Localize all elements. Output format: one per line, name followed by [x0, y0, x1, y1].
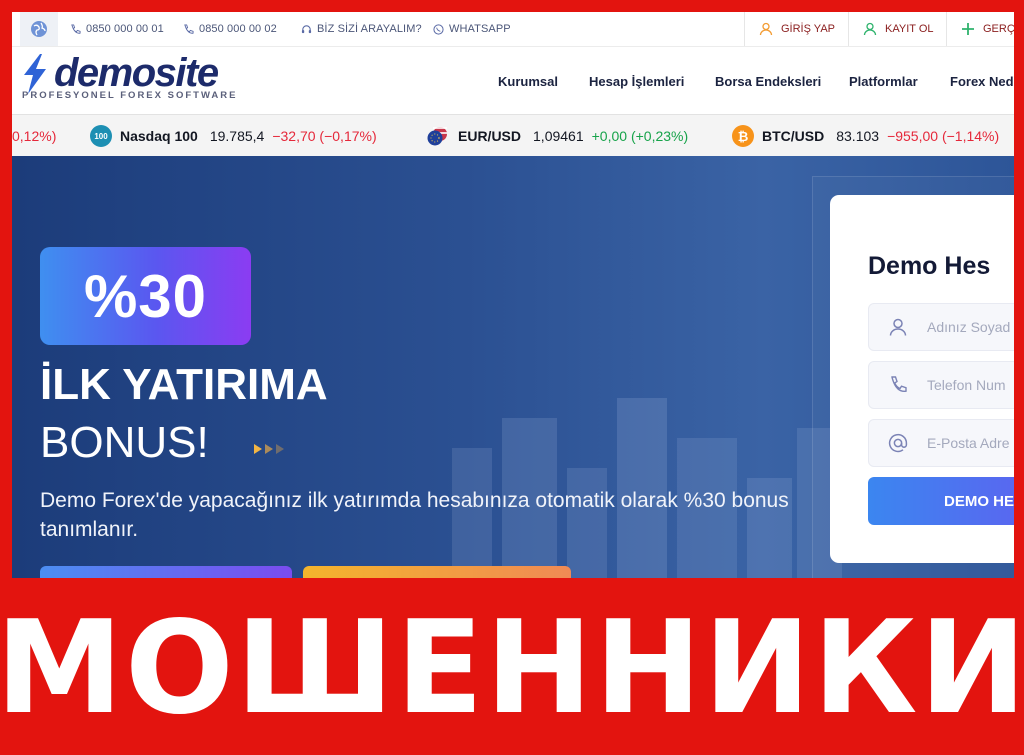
main-navbar: demosite PROFESYONEL FOREX SOFTWARE Kuru…: [12, 47, 1014, 114]
nav-item-kurumsal[interactable]: Kurumsal: [498, 74, 558, 89]
real-account-label: GERÇ: [983, 23, 1014, 35]
phone-input[interactable]: [927, 377, 1014, 393]
website-screenshot: 0850 000 00 01 0850 000 00 02 BİZ SİZİ A…: [12, 12, 1014, 578]
phone-icon: [887, 374, 909, 396]
email-input[interactable]: [927, 435, 1014, 451]
user-icon: [863, 22, 877, 36]
phone-icon: [184, 23, 194, 34]
phone-field[interactable]: [868, 361, 1014, 409]
ticker-change: 0,12%): [12, 128, 57, 144]
bonus-percent: %30: [83, 262, 208, 330]
hero-title: İLK YATIRIMA: [40, 360, 328, 409]
nav-item-platformlar[interactable]: Platformlar: [849, 74, 918, 89]
whatsapp-icon: [433, 23, 444, 35]
phone-link-2[interactable]: 0850 000 00 02: [183, 12, 277, 46]
user-icon: [887, 316, 909, 338]
top-contact-bar: 0850 000 00 01 0850 000 00 02 BİZ SİZİ A…: [12, 12, 1014, 47]
ticker-name: Nasdaq 100: [120, 128, 198, 144]
headset-icon: [301, 24, 312, 33]
ticker-price: 1,09461: [533, 128, 584, 144]
hero-description: Demo Forex'de yapacağınız ilk yatırımda …: [40, 489, 789, 541]
phone-link-1[interactable]: 0850 000 00 01: [70, 12, 164, 46]
triple-arrow-icon: [254, 444, 284, 454]
nasdaq-icon: 100: [90, 125, 112, 147]
secondary-cta-button[interactable]: [303, 566, 571, 578]
hero-banner: %30 İLK YATIRIMA BONUS! Demo Forex'de ya…: [12, 156, 1014, 578]
name-input[interactable]: [927, 319, 1014, 335]
plus-icon: [962, 23, 974, 35]
phone-number-1: 0850 000 00 01: [86, 23, 164, 35]
scam-warning-stamp: МОШЕННИКИ: [0, 594, 1024, 743]
at-sign-icon: [887, 432, 909, 454]
ticker-item-btcusd[interactable]: ₿ BTC/USD 83.103 −955,00 (−1,14%): [732, 115, 999, 157]
register-label: KAYIT OL: [885, 23, 934, 35]
ticker-change: −955,00 (−1,14%): [887, 128, 1000, 144]
whatsapp-link[interactable]: WHATSAPP: [433, 12, 511, 46]
lightning-bolt-icon: [24, 54, 46, 94]
demo-account-form: Demo Hes DEMO HE: [830, 195, 1014, 563]
ticker-item-nasdaq[interactable]: 100 Nasdaq 100 19.785,4 −32,70 (−0,17%): [90, 115, 377, 157]
ticker-name: BTC/USD: [762, 128, 825, 144]
language-selector[interactable]: [20, 12, 58, 46]
callback-label: BİZ SİZİ ARAYALIM?: [317, 23, 422, 35]
ticker-change: +0,00 (+0,23%): [591, 128, 689, 144]
login-link[interactable]: GİRİŞ YAP: [744, 12, 851, 46]
hero-subtitle: BONUS!: [40, 418, 209, 467]
bonus-percent-badge: %30: [40, 247, 251, 345]
city-skyline-image: [452, 398, 842, 578]
bitcoin-icon: ₿: [732, 125, 754, 147]
ticker-partial-item: 0,12%): [12, 115, 56, 157]
eur-usd-flag-icon: [427, 127, 447, 146]
nav-item-hesap-islemleri[interactable]: Hesap İşlemleri: [589, 74, 684, 89]
name-field[interactable]: [868, 303, 1014, 351]
login-label: GİRİŞ YAP: [781, 23, 836, 35]
phone-number-2: 0850 000 00 02: [199, 23, 277, 35]
globe-icon: [31, 21, 47, 37]
whatsapp-label: WHATSAPP: [449, 23, 511, 35]
ticker-price: 19.785,4: [209, 128, 265, 144]
market-ticker: 0,12%) 100 Nasdaq 100 19.785,4 −32,70 (−…: [12, 114, 1014, 158]
ticker-item-eurusd[interactable]: EUR/USD 1,09461 +0,00 (+0,23%): [426, 115, 688, 157]
ticker-name: EUR/USD: [458, 128, 522, 144]
ticker-price: 83.103: [836, 128, 880, 144]
nav-item-borsa-endeksleri[interactable]: Borsa Endeksleri: [715, 74, 821, 89]
site-logo[interactable]: demosite PROFESYONEL FOREX SOFTWARE: [20, 51, 235, 113]
ticker-change: −32,70 (−0,17%): [272, 128, 377, 144]
email-field[interactable]: [868, 419, 1014, 467]
callback-link[interactable]: BİZ SİZİ ARAYALIM?: [301, 12, 422, 46]
nav-item-forex-nedir[interactable]: Forex Nedi: [950, 74, 1014, 89]
real-account-link[interactable]: GERÇ: [946, 12, 1014, 46]
user-icon: [759, 22, 773, 36]
demo-account-button[interactable]: DEMO HE: [868, 477, 1014, 525]
logo-tagline: PROFESYONEL FOREX SOFTWARE: [22, 90, 238, 101]
primary-cta-button[interactable]: [40, 566, 292, 578]
form-title: Demo Hes: [868, 252, 991, 280]
phone-icon: [71, 23, 81, 34]
register-link[interactable]: KAYIT OL: [848, 12, 947, 46]
